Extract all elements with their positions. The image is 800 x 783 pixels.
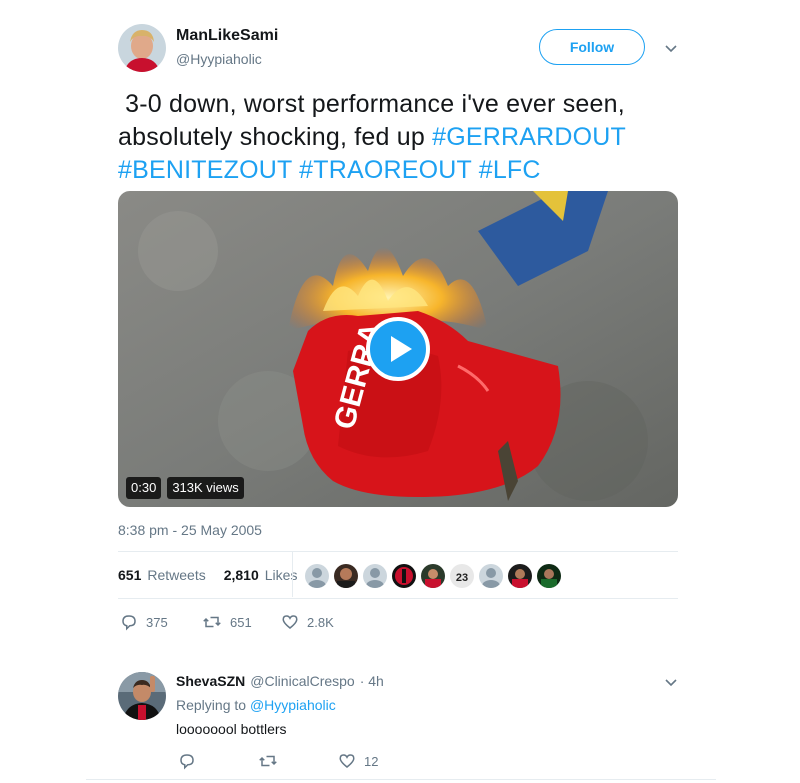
reply-time[interactable]: · 4h [360,673,384,689]
hashtag-gerrardout[interactable]: #GERRARDOUT [432,123,626,151]
retweet-count: 651 [230,614,252,630]
video-player[interactable]: GERRA 0:30 313K views [118,191,678,507]
liker-avatar[interactable] [304,563,330,589]
divider [86,779,716,780]
retweets-label[interactable]: Retweets [147,567,205,583]
reply-like-count: 12 [364,753,379,769]
reply-icon [122,615,136,631]
liker-avatar[interactable] [507,563,533,589]
follow-button[interactable]: Follow [539,29,645,65]
reply-reply-action[interactable] [178,752,204,770]
likes-count[interactable]: 2,810 [224,567,259,583]
chevron-down-icon[interactable] [664,41,678,60]
reply-icon [180,754,194,770]
divider [118,551,678,552]
replying-to: Replying to @Hyypiaholic [176,697,336,713]
stats-row: 651 Retweets 2,810 Likes [118,567,297,583]
liker-avatar[interactable]: 23 [449,563,475,589]
reply-like-action[interactable]: 12 [338,752,378,770]
liker-avatar[interactable] [333,563,359,589]
heart-icon [282,615,298,629]
video-view-count: 313K views [167,477,244,499]
reply-text: loooooool bottlers [176,721,287,737]
liker-avatar[interactable] [420,563,446,589]
reply-handle[interactable]: @ClinicalCrespo [250,673,354,689]
liker-avatar[interactable] [536,563,562,589]
liker-avatar[interactable] [478,563,504,589]
author-display-name[interactable]: ManLikeSami [176,27,278,45]
reply-retweet-action[interactable] [258,752,286,770]
play-button[interactable] [366,317,430,381]
replying-to-handle[interactable]: @Hyypiaholic [250,697,336,713]
author-avatar[interactable] [118,24,166,72]
hashtag-lfc[interactable]: #LFC [479,156,541,184]
tweet-text: 3-0 down, worst performance i've ever se… [118,88,678,187]
shirt-number: 23 [456,572,468,584]
reply-display-name[interactable]: ShevaSZN [176,673,245,689]
retweet-icon [203,616,221,628]
reply-header: ShevaSZN @ClinicalCrespo · 4h [176,673,384,689]
divider [118,598,678,599]
stats-divider [292,552,293,597]
play-icon [366,317,430,381]
replying-to-prefix: Replying to [176,697,247,713]
tweet-text-line-1: 3-0 down, worst performance i've ever se… [125,90,625,118]
retweets-count[interactable]: 651 [118,567,141,583]
heart-icon [339,754,355,768]
like-count: 2.8K [307,614,334,630]
tweet-timestamp[interactable]: 8:38 pm - 25 May 2005 [118,522,262,538]
reply-action[interactable]: 375 [120,613,168,631]
video-overlay-badges: 0:30 313K views [126,477,244,499]
chevron-down-icon[interactable] [664,675,678,694]
like-action[interactable]: 2.8K [281,613,334,631]
hashtag-benitezout[interactable]: #BENITEZOUT [118,156,292,184]
video-duration: 0:30 [126,477,162,499]
reply-author-avatar[interactable] [118,672,166,720]
retweet-action[interactable]: 651 [202,613,252,631]
tweet-text-line-2: absolutely shocking, fed up [118,123,433,151]
liker-avatar[interactable] [362,563,388,589]
liker-avatars: 23 [304,563,562,589]
author-handle[interactable]: @Hyypiaholic [176,51,262,67]
retweet-icon [259,755,277,767]
hashtag-traoreout[interactable]: #TRAOREOUT [299,156,471,184]
reply-count: 375 [146,614,168,630]
liker-avatar[interactable] [391,563,417,589]
